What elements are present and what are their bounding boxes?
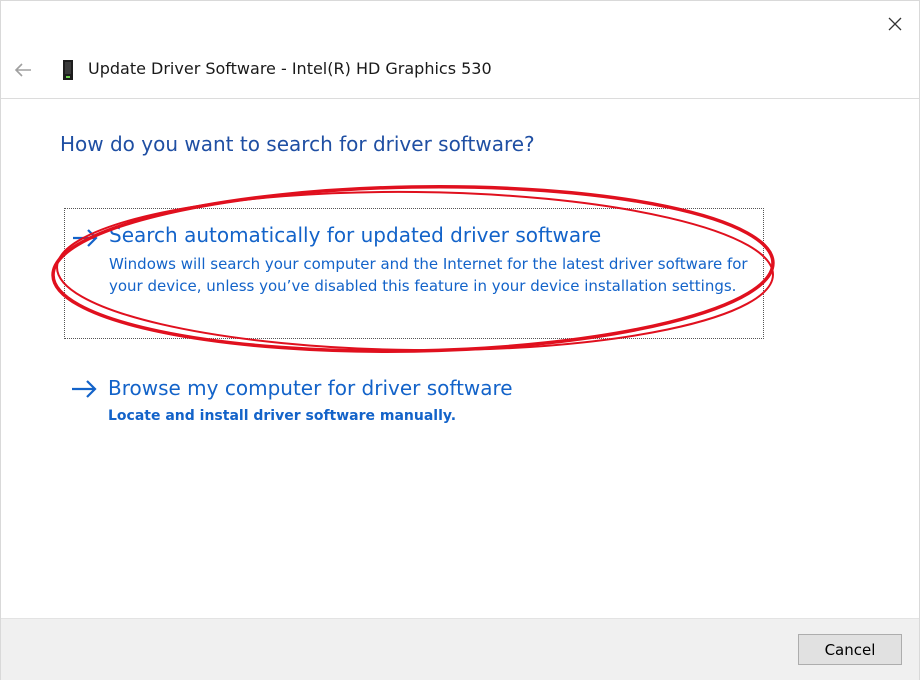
close-icon bbox=[888, 17, 902, 31]
option-title: Browse my computer for driver software bbox=[108, 376, 513, 400]
option-description: Windows will search your computer and th… bbox=[109, 255, 748, 295]
option-description: Locate and install driver software manua… bbox=[108, 408, 457, 424]
browse-computer-option[interactable]: Browse my computer for driver software L… bbox=[64, 369, 764, 439]
cancel-button[interactable]: Cancel bbox=[798, 634, 902, 665]
update-driver-dialog: Update Driver Software - Intel(R) HD Gra… bbox=[0, 0, 920, 680]
close-button[interactable] bbox=[875, 7, 915, 41]
page-heading: How do you want to search for driver sof… bbox=[60, 132, 535, 156]
dialog-footer: Cancel bbox=[1, 618, 919, 680]
back-arrow-icon[interactable] bbox=[11, 58, 35, 82]
arrow-right-icon bbox=[73, 229, 98, 247]
arrow-right-icon bbox=[72, 380, 97, 398]
option-title: Search automatically for updated driver … bbox=[109, 223, 602, 247]
dialog-header: Update Driver Software - Intel(R) HD Gra… bbox=[1, 46, 919, 99]
display-adapter-icon bbox=[63, 60, 73, 80]
window-title: Update Driver Software - Intel(R) HD Gra… bbox=[88, 59, 492, 78]
search-automatically-option[interactable]: Search automatically for updated driver … bbox=[64, 208, 764, 339]
